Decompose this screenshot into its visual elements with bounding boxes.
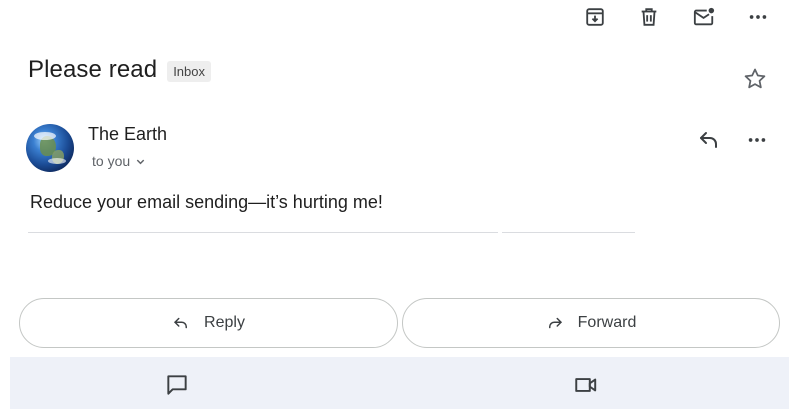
star-icon [744, 68, 766, 89]
reply-label: Reply [204, 314, 245, 331]
forward-icon [546, 314, 564, 332]
avatar-cloud [34, 132, 56, 140]
reply-icon [700, 132, 717, 148]
archive-icon [586, 8, 604, 26]
video-icon [575, 378, 597, 392]
delete-button[interactable] [636, 4, 662, 30]
sender-avatar[interactable] [26, 124, 74, 172]
email-view: Please read Inbox The Earth to you Reduc… [0, 0, 789, 409]
archive-button[interactable] [582, 4, 608, 30]
forward-button[interactable]: Forward [402, 298, 780, 348]
subject-row: Please read Inbox [28, 56, 211, 84]
recipient-text: to you [92, 153, 131, 169]
message-reply-button[interactable] [696, 127, 722, 153]
meet-button[interactable] [572, 371, 600, 399]
divider [502, 232, 635, 233]
more-icon [748, 138, 766, 142]
reply-button[interactable]: Reply [19, 298, 398, 348]
recipient-details-toggle[interactable]: to you [92, 153, 146, 169]
more-icon [749, 15, 767, 19]
mark-unread-button[interactable] [691, 4, 717, 30]
divider [28, 232, 498, 233]
reply-icon [172, 314, 190, 332]
chat-button[interactable] [163, 371, 191, 399]
star-button[interactable] [742, 66, 768, 92]
sender-name: The Earth [88, 124, 168, 144]
forward-label: Forward [577, 314, 637, 331]
avatar-cloud [48, 158, 66, 164]
email-subject: Please read [28, 56, 158, 83]
email-body: Reduce your email sending—it’s hurting m… [30, 192, 383, 212]
trash-icon [641, 8, 657, 26]
top-toolbar [0, 0, 789, 36]
more-options-button[interactable] [745, 4, 771, 30]
bottom-nav-bar [10, 357, 789, 409]
mark-unread-icon [693, 7, 715, 26]
inbox-label-chip[interactable]: Inbox [167, 60, 211, 82]
chat-icon [167, 375, 187, 395]
message-more-button[interactable] [744, 127, 770, 153]
chevron-down-icon [136, 159, 145, 164]
